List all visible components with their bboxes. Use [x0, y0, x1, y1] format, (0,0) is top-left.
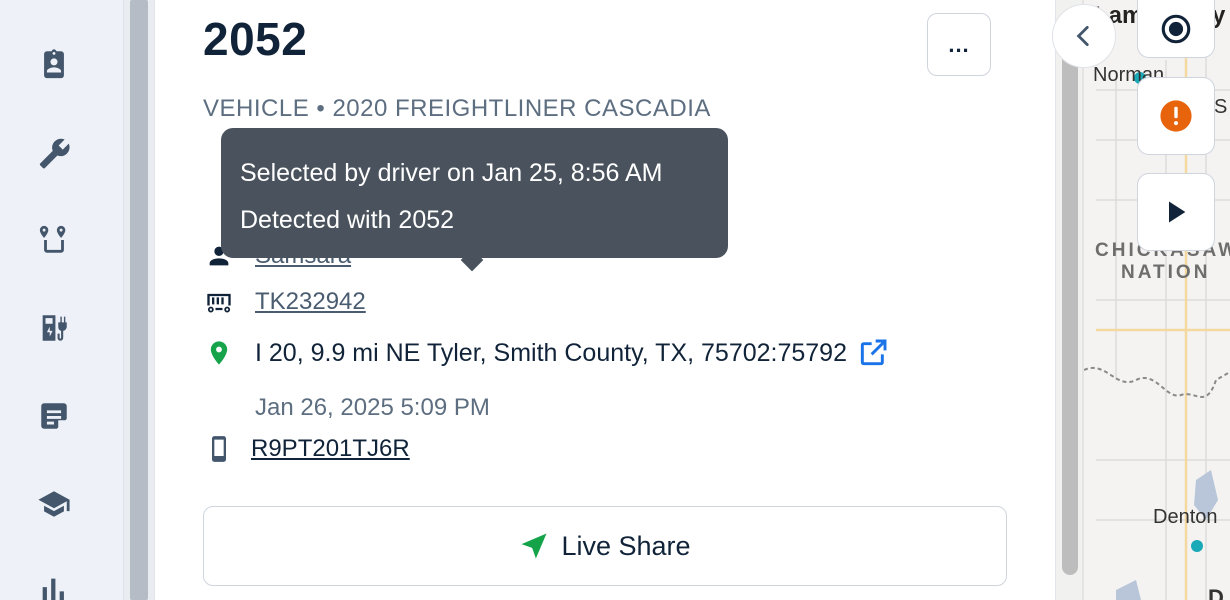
tooltip-line-2: Detected with 2052 — [240, 206, 455, 234]
vehicle-detail-panel: 2052 ... VEHICLE • 2020 FREIGHTLINER CAS… — [154, 0, 1056, 600]
map-label-denton: Denton — [1153, 506, 1218, 528]
trailer-icon — [203, 286, 235, 318]
map-label-bottom: D — [1208, 585, 1224, 600]
device-link[interactable]: R9PT201TJ6R — [251, 435, 410, 463]
trailer-row: TK232942 — [203, 286, 366, 318]
panel-scrollbar[interactable] — [130, 0, 148, 600]
tooltip-line-1: Selected by driver on Jan 25, 8:56 AM — [240, 159, 663, 187]
navigation-arrow-icon — [521, 533, 547, 559]
tooltip: Selected by driver on Jan 25, 8:56 AM De… — [221, 128, 728, 272]
more-options-button[interactable]: ... — [927, 13, 991, 76]
map-label-nation: NATION — [1121, 262, 1211, 283]
document-icon[interactable] — [34, 396, 74, 436]
trailer-link[interactable]: TK232942 — [255, 288, 366, 316]
left-sidebar — [0, 0, 124, 600]
live-share-label: Live Share — [561, 530, 691, 561]
map-panel-scrollbar[interactable] — [1062, 40, 1078, 575]
wrench-icon[interactable] — [34, 134, 74, 174]
target-icon — [1161, 14, 1191, 44]
map-alert-button[interactable] — [1137, 77, 1215, 155]
map-recenter-button[interactable] — [1137, 0, 1215, 58]
alert-icon — [1160, 100, 1192, 132]
location-timestamp: Jan 26, 2025 5:09 PM — [255, 394, 490, 421]
route-icon[interactable] — [34, 220, 74, 260]
play-icon — [1169, 201, 1186, 223]
vehicle-subtitle: VEHICLE • 2020 FREIGHTLINER CASCADIA — [203, 95, 711, 122]
fuel-charging-icon[interactable] — [34, 308, 74, 348]
graduation-cap-icon[interactable] — [34, 484, 74, 524]
page-title: 2052 — [203, 13, 308, 65]
live-share-button[interactable]: Live Share — [203, 506, 1007, 586]
chevron-left-icon — [1076, 25, 1089, 47]
phone-icon — [203, 433, 235, 465]
map-label-s: S — [1214, 96, 1228, 118]
external-link-icon[interactable] — [857, 337, 889, 369]
map-divider — [1082, 0, 1084, 600]
device-row: R9PT201TJ6R — [203, 433, 410, 465]
location-address: I 20, 9.9 mi NE Tyler, Smith County, TX,… — [255, 338, 847, 367]
location-row: I 20, 9.9 mi NE Tyler, Smith County, TX,… — [203, 337, 889, 369]
tooltip-arrow — [460, 248, 484, 272]
bar-chart-icon[interactable] — [34, 570, 74, 600]
map-play-button[interactable] — [1137, 173, 1215, 251]
collapse-panel-button[interactable] — [1052, 4, 1116, 68]
location-pin-icon — [203, 337, 235, 369]
clipboard-icon[interactable] — [34, 44, 74, 84]
